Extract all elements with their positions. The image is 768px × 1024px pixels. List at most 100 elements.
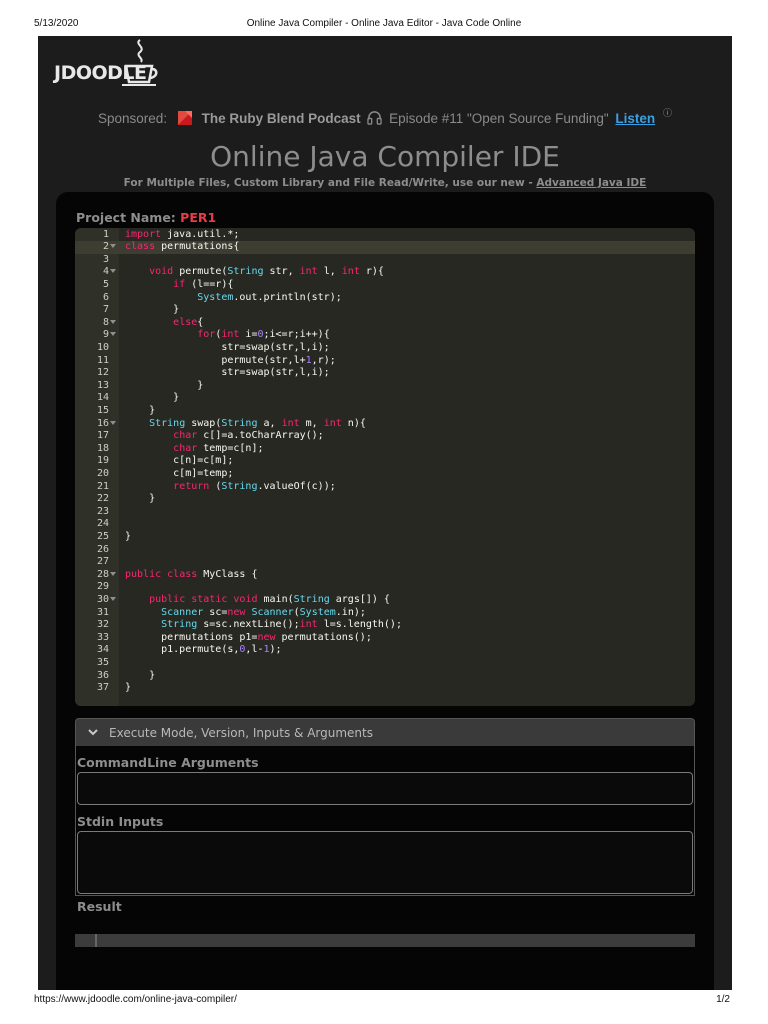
sponsor-podcast-link[interactable]: The Ruby Blend Podcast <box>202 111 361 126</box>
headphones-icon <box>367 111 383 125</box>
code-text: class permutations{ <box>125 241 240 253</box>
code-text: p1.permute(s,0,l-1); <box>125 644 282 656</box>
code-line[interactable]: 10 str=swap(str,l,i); <box>75 342 695 355</box>
code-text: } <box>125 669 156 681</box>
line-number: 34 <box>96 644 109 656</box>
code-text: if (l==r){ <box>173 278 234 290</box>
line-number: 4 <box>102 266 109 278</box>
code-line[interactable]: 28 public class MyClass { <box>75 569 695 582</box>
code-line[interactable]: 11 permute(str,l+1,r); <box>75 355 695 368</box>
code-line[interactable]: 19 c[n]=c[m]; <box>75 455 695 468</box>
code-line[interactable]: 35 <box>75 657 695 670</box>
code-line[interactable]: 16 String swap(String a, int m, int n){ <box>75 418 695 431</box>
code-line[interactable]: 21 return (String.valueOf(c)); <box>75 481 695 494</box>
code-line[interactable]: 31 Scanner sc=new Scanner(System.in); <box>75 607 695 620</box>
code-line[interactable]: 20 c[m]=temp; <box>75 468 695 481</box>
code-text: public static void main(String args[]) { <box>149 593 390 605</box>
code-line[interactable]: 26 <box>75 544 695 557</box>
code-text: } <box>125 530 132 542</box>
code-text: str=swap(str,l,i); <box>125 367 330 379</box>
stdin-input[interactable] <box>77 831 693 894</box>
fold-arrow-icon[interactable] <box>110 319 116 324</box>
print-header: 5/13/2020 Online Java Compiler - Online … <box>0 18 768 32</box>
code-line[interactable]: 3 <box>75 254 695 267</box>
code-line[interactable]: 13 } <box>75 380 695 393</box>
commandline-args-input[interactable] <box>77 772 693 805</box>
code-line[interactable]: 34 p1.permute(s,0,l-1); <box>75 644 695 657</box>
code-text: permute(str,l+1,r); <box>125 354 336 366</box>
line-number: 24 <box>96 518 109 530</box>
code-line[interactable]: 1 import java.util.*; <box>75 229 695 242</box>
code-text: str=swap(str,l,i); <box>125 341 330 353</box>
code-line[interactable]: 5 if (l==r){ <box>75 279 695 292</box>
code-line[interactable]: 30 public static void main(String args[]… <box>75 594 695 607</box>
stdin-label: Stdin Inputs <box>77 814 164 829</box>
info-icon[interactable]: ⓘ <box>663 106 672 119</box>
code-line[interactable]: 22 } <box>75 493 695 506</box>
line-number: 33 <box>96 631 109 643</box>
code-line[interactable]: 4 void permute(String str, int l, int r)… <box>75 266 695 279</box>
code-text: System.out.println(str); <box>197 291 342 303</box>
line-number: 3 <box>102 253 109 265</box>
code-line[interactable]: 33 permutations p1=new permutations(); <box>75 632 695 645</box>
code-line[interactable]: 2 class permutations{ <box>75 241 695 254</box>
code-line[interactable]: 29 <box>75 581 695 594</box>
code-text: } <box>125 304 180 316</box>
line-number: 31 <box>96 606 109 618</box>
code-line[interactable]: 9 for(int i=0;i<=r;i++){ <box>75 329 695 342</box>
line-number: 1 <box>102 228 109 240</box>
code-line[interactable]: 23 <box>75 506 695 519</box>
listen-link[interactable]: Listen <box>615 111 655 126</box>
code-line[interactable]: 32 String s=sc.nextLine();int l=s.length… <box>75 619 695 632</box>
ruby-gem-icon <box>177 111 192 125</box>
line-number: 25 <box>96 530 109 542</box>
code-line[interactable]: 14 } <box>75 392 695 405</box>
chevron-down-icon <box>88 729 98 736</box>
code-editor[interactable]: 1 import java.util.*; 2 class permutations{… <box>75 228 695 706</box>
advanced-ide-link[interactable]: Advanced Java IDE <box>536 177 646 189</box>
print-footer: https://www.jdoodle.com/online-java-comp… <box>0 994 768 1008</box>
line-number: 19 <box>96 455 109 467</box>
code-line[interactable]: 25} <box>75 531 695 544</box>
code-text: permutations p1=new permutations(); <box>125 631 372 643</box>
line-number: 20 <box>96 467 109 479</box>
code-line[interactable]: 17 char c[]=a.toCharArray(); <box>75 430 695 443</box>
execute-options-label: Execute Mode, Version, Inputs & Argument… <box>109 726 373 740</box>
line-number: 2 <box>102 241 109 253</box>
fold-arrow-icon[interactable] <box>110 571 116 576</box>
fold-arrow-icon[interactable] <box>110 269 116 274</box>
print-title: Online Java Compiler - Online Java Edito… <box>246 18 522 29</box>
code-text: char temp=c[n]; <box>173 442 264 454</box>
jdoodle-logo[interactable]: JDOODLE <box>54 38 158 90</box>
code-line[interactable]: 18 char temp=c[n]; <box>75 443 695 456</box>
fold-arrow-icon[interactable] <box>110 332 116 337</box>
project-name-value[interactable]: PER1 <box>180 210 216 225</box>
project-name: Project Name: PER1 <box>76 210 216 225</box>
code-text: String swap(String a, int m, int n){ <box>149 417 366 429</box>
code-line[interactable]: 6 System.out.println(str); <box>75 292 695 305</box>
code-text: } <box>125 682 132 694</box>
line-number: 5 <box>102 278 109 290</box>
fold-arrow-icon[interactable] <box>110 244 116 249</box>
fold-arrow-icon[interactable] <box>110 596 116 601</box>
line-number: 9 <box>102 329 109 341</box>
line-number: 7 <box>102 304 109 316</box>
commandline-args-label: CommandLine Arguments <box>77 755 259 770</box>
code-line[interactable]: 37} <box>75 682 695 695</box>
code-line[interactable]: 36 } <box>75 670 695 683</box>
execute-options-toggle[interactable]: Execute Mode, Version, Inputs & Argument… <box>75 718 695 746</box>
result-cursor <box>95 934 97 947</box>
page-title: Online Java Compiler IDE <box>210 140 560 173</box>
code-line[interactable]: 24 <box>75 518 695 531</box>
code-line[interactable]: 15 } <box>75 405 695 418</box>
code-line[interactable]: 27 <box>75 556 695 569</box>
line-number: 17 <box>96 430 109 442</box>
line-number: 32 <box>96 619 109 631</box>
code-text: c[n]=c[m]; <box>125 455 234 467</box>
code-line[interactable]: 8 else{ <box>75 317 695 330</box>
fold-arrow-icon[interactable] <box>110 420 116 425</box>
line-number: 13 <box>96 379 109 391</box>
code-line[interactable]: 7 } <box>75 304 695 317</box>
code-text: import java.util.*; <box>125 228 240 240</box>
code-line[interactable]: 12 str=swap(str,l,i); <box>75 367 695 380</box>
